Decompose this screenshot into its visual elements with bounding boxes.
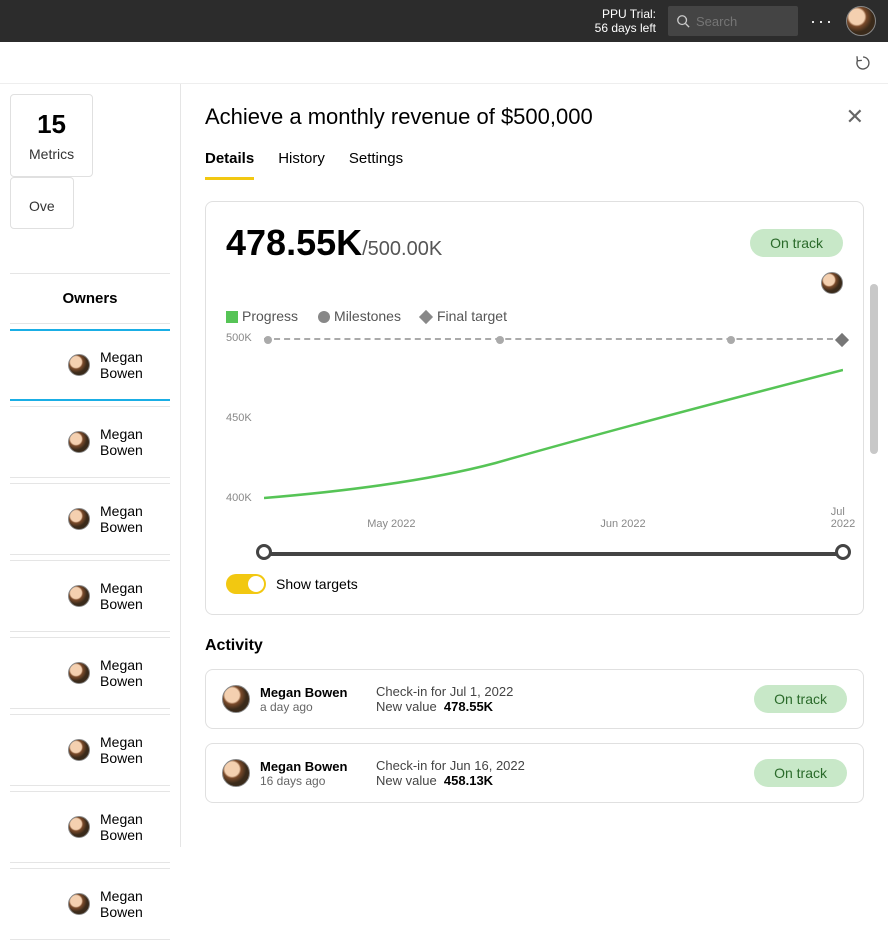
activity-title: Check-in for Jun 16, 2022 bbox=[376, 758, 740, 773]
activity-avatar bbox=[222, 685, 250, 713]
owner-row[interactable]: Megan Bowen bbox=[10, 714, 170, 786]
more-icon[interactable]: ··· bbox=[810, 11, 834, 32]
activity-list: Megan Bowena day agoCheck-in for Jul 1, … bbox=[205, 669, 864, 803]
ytick: 500K bbox=[226, 332, 252, 344]
show-targets-toggle[interactable] bbox=[226, 574, 266, 594]
search-box[interactable] bbox=[668, 6, 798, 36]
left-content: 15 Metrics Ove Owners Megan BowenMegan B… bbox=[0, 84, 180, 950]
activity-title: Check-in for Jul 1, 2022 bbox=[376, 684, 740, 699]
owner-name: Megan Bowen bbox=[100, 580, 170, 612]
owner-name: Megan Bowen bbox=[100, 888, 170, 920]
owner-avatar bbox=[68, 893, 90, 915]
activity-new-value: New value 458.13K bbox=[376, 773, 740, 788]
owner-row[interactable]: Megan Bowen bbox=[10, 483, 170, 555]
ytick: 450K bbox=[226, 412, 252, 424]
owner-name: Megan Bowen bbox=[100, 349, 170, 381]
owner-name: Megan Bowen bbox=[100, 734, 170, 766]
owner-row[interactable]: Megan Bowen bbox=[10, 329, 170, 401]
owner-row[interactable]: Megan Bowen bbox=[10, 637, 170, 709]
owner-avatar bbox=[68, 508, 90, 530]
tab-details[interactable]: Details bbox=[205, 150, 254, 180]
owner-avatar bbox=[68, 662, 90, 684]
top-bar: PPU Trial: 56 days left ··· bbox=[0, 0, 888, 42]
owner-avatar[interactable] bbox=[821, 272, 843, 294]
scrollbar[interactable] bbox=[870, 284, 882, 804]
owner-row[interactable]: Megan Bowen bbox=[10, 406, 170, 478]
chart-card: 478.55K/500.00K On track Progress Milest… bbox=[205, 201, 864, 615]
activity-user: Megan Bowen bbox=[260, 685, 347, 700]
slider-handle-left[interactable] bbox=[256, 544, 272, 560]
trial-line2: 56 days left bbox=[595, 21, 656, 35]
range-slider[interactable] bbox=[264, 552, 843, 556]
activity-when: a day ago bbox=[260, 700, 347, 714]
slider-handle-right[interactable] bbox=[835, 544, 851, 560]
xtick: Jun 2022 bbox=[600, 518, 645, 530]
show-targets-label: Show targets bbox=[276, 576, 358, 592]
metrics-card[interactable]: 15 Metrics bbox=[10, 94, 93, 177]
owner-avatar bbox=[68, 816, 90, 838]
ytick: 400K bbox=[226, 492, 252, 504]
search-icon bbox=[676, 14, 690, 28]
activity-new-value: New value 478.55K bbox=[376, 699, 740, 714]
legend-milestones: Milestones bbox=[318, 308, 401, 324]
status-badge: On track bbox=[750, 229, 843, 257]
chart-area: 500K 450K 400K May 2022 Jun 2022 Jul 202… bbox=[264, 338, 843, 528]
progress-line bbox=[264, 338, 843, 503]
activity-avatar bbox=[222, 759, 250, 787]
refresh-icon[interactable] bbox=[854, 54, 872, 72]
legend-progress: Progress bbox=[226, 308, 298, 324]
trial-line1: PPU Trial: bbox=[595, 7, 656, 21]
detail-panel: Achieve a monthly revenue of $500,000 ✕ … bbox=[180, 84, 888, 847]
value-number: 478.55K bbox=[226, 222, 362, 263]
owner-avatar bbox=[68, 431, 90, 453]
current-value: 478.55K/500.00K bbox=[226, 222, 442, 264]
activity-status: On track bbox=[754, 759, 847, 787]
activity-header: Activity bbox=[205, 637, 864, 655]
owner-row[interactable]: Megan Bowen bbox=[10, 791, 170, 863]
owner-row[interactable]: Megan Bowen bbox=[10, 868, 170, 940]
overdue-label: Ove bbox=[29, 198, 55, 214]
tab-settings[interactable]: Settings bbox=[349, 150, 403, 180]
owners-header: Owners bbox=[10, 273, 170, 324]
avatar[interactable] bbox=[846, 6, 876, 36]
activity-when: 16 days ago bbox=[260, 774, 347, 788]
xtick: May 2022 bbox=[367, 518, 415, 530]
activity-item[interactable]: Megan Bowena day ago Check-in for Jul 1, … bbox=[205, 669, 864, 729]
owner-row[interactable]: Megan Bowen bbox=[10, 560, 170, 632]
owners-list: Megan Bowen Megan Bowen Megan Bowen Megan B… bbox=[10, 329, 170, 940]
search-input[interactable] bbox=[696, 14, 790, 29]
owner-name: Megan Bowen bbox=[100, 426, 170, 458]
owner-name: Megan Bowen bbox=[100, 811, 170, 843]
owner-avatar bbox=[68, 354, 90, 376]
owner-name: Megan Bowen bbox=[100, 503, 170, 535]
trial-info: PPU Trial: 56 days left bbox=[595, 7, 656, 35]
tabs: Details History Settings bbox=[205, 150, 864, 181]
owner-name: Megan Bowen bbox=[100, 657, 170, 689]
metrics-label: Metrics bbox=[29, 146, 74, 162]
sub-bar bbox=[0, 42, 888, 84]
owner-avatar bbox=[68, 739, 90, 761]
activity-item[interactable]: Megan Bowen16 days ago Check-in for Jun 1… bbox=[205, 743, 864, 803]
xtick: Jul 2022 bbox=[831, 506, 855, 530]
close-icon[interactable]: ✕ bbox=[846, 104, 864, 130]
activity-status: On track bbox=[754, 685, 847, 713]
overdue-card[interactable]: Ove bbox=[10, 177, 74, 229]
metrics-count: 15 bbox=[29, 109, 74, 140]
chart-legend: Progress Milestones Final target bbox=[226, 308, 843, 324]
activity-user: Megan Bowen bbox=[260, 759, 347, 774]
target-suffix: /500.00K bbox=[362, 238, 442, 260]
legend-final: Final target bbox=[421, 308, 507, 324]
owner-avatar bbox=[68, 585, 90, 607]
tab-history[interactable]: History bbox=[278, 150, 325, 180]
panel-title: Achieve a monthly revenue of $500,000 bbox=[205, 104, 593, 130]
